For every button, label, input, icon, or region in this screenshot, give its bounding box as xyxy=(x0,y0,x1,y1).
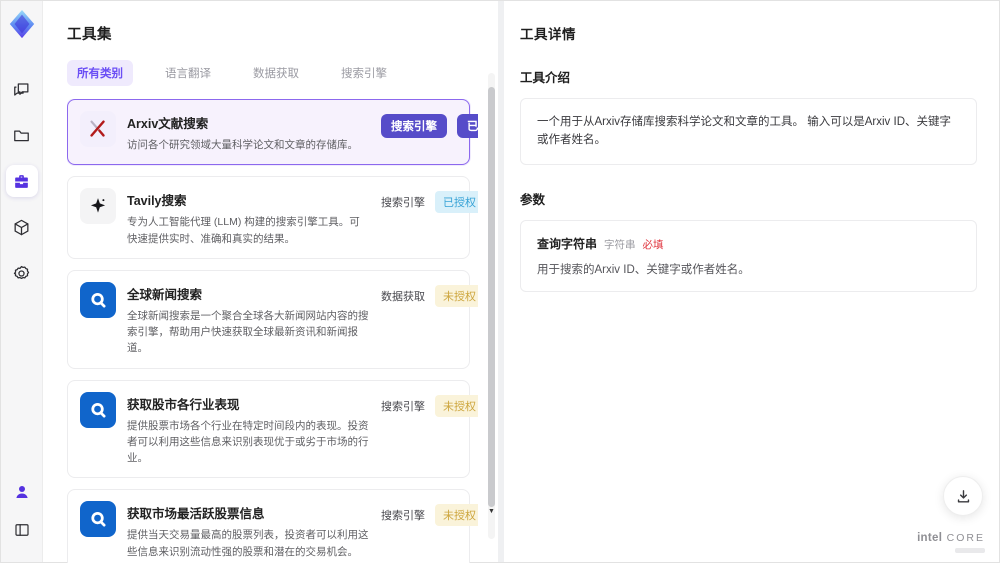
rail-item-chat[interactable] xyxy=(6,73,38,105)
rail-item-package[interactable] xyxy=(6,211,38,243)
tool-auth-badge[interactable]: 未授权 xyxy=(435,394,478,417)
tool-category-tag: 数据获取 xyxy=(381,290,425,303)
news-search-icon xyxy=(80,501,116,538)
scrollbar-down-arrow-icon[interactable]: ▼ xyxy=(488,508,495,515)
toolbox-icon xyxy=(12,172,31,191)
scrollbar-thumb[interactable] xyxy=(488,87,495,507)
package-icon xyxy=(12,218,31,237)
tool-category-tag: 搜索引擎 xyxy=(381,197,425,210)
tool-name: 获取股市各行业表现 xyxy=(127,397,240,412)
chat-icon xyxy=(12,80,31,99)
param-type: 字符串 xyxy=(604,238,636,251)
tool-name: 获取市场最活跃股票信息 xyxy=(127,507,265,522)
tool-card[interactable]: 获取股市各行业表现 提供股票市场各个行业在特定时间段内的表现。投资者可以利用这些… xyxy=(67,379,478,479)
tab-category-1[interactable]: 语言翻译 xyxy=(155,60,221,86)
tool-card[interactable]: Tavily搜索 专为人工智能代理 (LLM) 构建的搜索引擎工具。可快速提供实… xyxy=(67,176,478,259)
rail-item-user[interactable] xyxy=(6,476,38,508)
tool-intro-box: 一个用于从Arxiv存储库搜索科学论文和文章的工具。 输入可以是Arxiv ID… xyxy=(520,98,977,165)
user-icon xyxy=(13,483,31,501)
tool-category-tag: 搜索引擎 xyxy=(381,114,447,138)
brand-word-intel: intel xyxy=(917,532,943,544)
tool-auth-badge[interactable]: 已授权 xyxy=(435,191,478,214)
rail-item-settings[interactable] xyxy=(6,257,38,289)
tool-detail-panel: 工具详情 工具介绍 一个用于从Arxiv存储库搜索科学论文和文章的工具。 输入可… xyxy=(504,1,999,562)
sparkle-star-icon xyxy=(80,188,116,225)
news-search-icon xyxy=(80,281,116,318)
brand-word-core: CORE xyxy=(946,532,985,544)
tool-description: 提供当天交易量最高的股票列表，投资者可以利用这些信息来识别流动性强的股票和潜在的… xyxy=(127,529,369,558)
detail-title: 工具详情 xyxy=(520,27,576,42)
rail-item-toolbox[interactable] xyxy=(5,165,38,197)
folder-icon xyxy=(12,126,31,145)
rail-item-panel-toggle[interactable] xyxy=(6,514,38,546)
tool-name: Arxiv文献搜索 xyxy=(127,117,209,131)
app-logo-icon xyxy=(7,9,37,39)
settings-icon xyxy=(12,264,31,283)
tool-name: Tavily搜索 xyxy=(127,194,187,209)
tool-card[interactable]: 全球新闻搜索 全球新闻搜索是一个聚合全球各大新闻网站内容的搜索引擎，帮助用户快速… xyxy=(67,269,478,369)
left-icon-rail xyxy=(1,1,43,562)
tool-description: 访问各个研究领域大量科学论文和文章的存储库。 xyxy=(127,139,358,151)
tool-list-panel: 工具集 所有类别 语言翻译 数据获取 搜索引擎 Arxiv文献搜索 访问各个研究… xyxy=(43,1,498,563)
category-tabs: 所有类别 语言翻译 数据获取 搜索引擎 xyxy=(67,60,478,86)
panel-toggle-icon xyxy=(13,521,31,539)
intel-core-logo: intel CORE xyxy=(917,528,985,553)
tool-card[interactable]: Arxiv文献搜索 访问各个研究领域大量科学论文和文章的存储库。 搜索引擎 已授… xyxy=(67,99,478,166)
params-heading: 参数 xyxy=(520,192,546,207)
tab-category-3[interactable]: 搜索引擎 xyxy=(331,60,397,86)
param-name: 查询字符串 xyxy=(537,236,598,251)
tool-description: 专为人工智能代理 (LLM) 构建的搜索引擎工具。可快速提供实时、准确和真实的结… xyxy=(127,216,360,245)
tool-card-list: Arxiv文献搜索 访问各个研究领域大量科学论文和文章的存储库。 搜索引擎 已授… xyxy=(67,99,478,563)
brand-underbar xyxy=(955,548,985,553)
tool-auth-badge[interactable]: 未授权 xyxy=(435,284,478,307)
list-scrollbar[interactable]: ▼ xyxy=(488,73,495,539)
tab-category-2[interactable]: 数据获取 xyxy=(243,60,309,86)
tool-description: 提供股票市场各个行业在特定时间段内的表现。投资者可以利用这些信息来识别表现优于或… xyxy=(127,419,369,465)
param-required-badge: 必填 xyxy=(642,238,664,251)
tab-all-categories[interactable]: 所有类别 xyxy=(67,60,133,86)
tool-card[interactable]: 获取市场最活跃股票信息 提供当天交易量最高的股票列表，投资者可以利用这些信息来识… xyxy=(67,489,478,563)
tool-name: 全球新闻搜索 xyxy=(127,287,203,302)
tool-auth-badge[interactable]: 未授权 xyxy=(435,504,478,527)
parameter-box: 查询字符串 字符串 必填 用于搜索的Arxiv ID、关键字或作者姓名。 xyxy=(520,219,977,292)
arxiv-logo-icon xyxy=(80,111,116,147)
tool-description: 全球新闻搜索是一个聚合全球各大新闻网站内容的搜索引擎，帮助用户快速获取全球最新资… xyxy=(127,309,369,355)
page-title: 工具集 xyxy=(67,27,112,43)
news-search-icon xyxy=(80,391,116,428)
param-description: 用于搜索的Arxiv ID、关键字或作者姓名。 xyxy=(537,263,750,276)
rail-item-folder[interactable] xyxy=(6,119,38,151)
download-button[interactable] xyxy=(943,476,983,516)
download-icon xyxy=(957,489,969,503)
tool-auth-badge[interactable]: 已授权 xyxy=(457,114,478,138)
app-window: 工具集 所有类别 语言翻译 数据获取 搜索引擎 Arxiv文献搜索 访问各个研究… xyxy=(0,0,1000,563)
intro-heading: 工具介绍 xyxy=(520,71,571,85)
tool-category-tag: 搜索引擎 xyxy=(381,510,425,523)
tool-category-tag: 搜索引擎 xyxy=(381,400,425,413)
